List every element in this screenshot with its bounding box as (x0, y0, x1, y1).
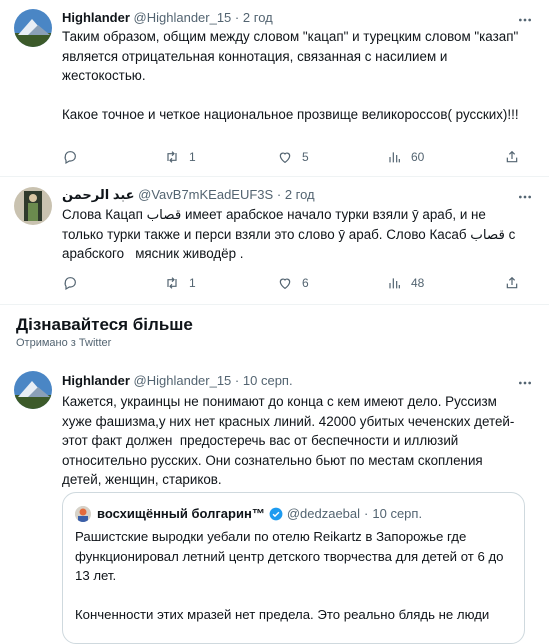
avatar[interactable] (14, 9, 52, 47)
quote-handle: @dedzaebal (286, 506, 361, 521)
tweet-actions: 1 5 60 (62, 148, 527, 166)
tweet-time[interactable]: 10 серп. (243, 373, 293, 388)
views-icon (389, 152, 400, 163)
tweet-1[interactable]: Highlander @Highlander_15 · 2 год Таким … (0, 0, 549, 176)
author-name[interactable]: عبد الرحمن (62, 187, 135, 202)
tweet-actions: 1 6 48 (62, 274, 527, 292)
like-icon (279, 278, 291, 290)
divider (0, 304, 549, 305)
view-count: 48 (411, 276, 425, 290)
more-icon[interactable] (517, 12, 533, 28)
author-handle[interactable]: @VavB7mKEadEUF3S (138, 187, 273, 202)
tweet-header: Highlander @Highlander_15 · 10 серп. (62, 373, 293, 388)
author-handle[interactable]: @Highlander_15 (134, 373, 232, 388)
retweet-count: 1 (189, 276, 196, 290)
avatar[interactable] (14, 371, 52, 409)
retweet-count: 1 (189, 150, 196, 164)
quote-author-name: восхищённый болгарин™ (97, 506, 265, 521)
like-button[interactable]: 5 (277, 148, 309, 166)
section-subtitle: Отримано з Twitter (16, 337, 112, 349)
tweet-time[interactable]: 2 год (243, 10, 273, 25)
like-count: 6 (302, 276, 309, 290)
tweet-header: Highlander @Highlander_15 · 2 год (62, 10, 273, 25)
author-handle[interactable]: @Highlander_15 (134, 10, 232, 25)
avatar[interactable] (14, 187, 52, 225)
quote-header: восхищённый болгарин™ @dedzaebal · 10 се… (97, 506, 423, 521)
views-button[interactable]: 60 (386, 148, 424, 166)
reply-icon (64, 277, 76, 291)
retweet-button[interactable]: 1 (164, 274, 196, 292)
view-count: 60 (411, 150, 425, 164)
verified-icon (269, 507, 283, 520)
retweet-icon (167, 151, 177, 163)
share-button[interactable] (504, 148, 520, 166)
author-name[interactable]: Highlander (62, 10, 130, 25)
more-icon[interactable] (517, 375, 533, 391)
more-icon[interactable] (517, 189, 533, 205)
tweet-header: عبد الرحمن @VavB7mKEadEUF3S · 2 год (62, 187, 315, 202)
retweet-icon (167, 277, 177, 289)
like-button[interactable]: 6 (277, 274, 309, 292)
quote-time: 10 серп. (372, 506, 423, 521)
tweet-text: Кажется, украинцы не понимают до конца с… (62, 394, 519, 487)
like-count: 5 (302, 150, 309, 164)
quote-text: Рашистские выродки уебали по отелю Reika… (75, 529, 504, 622)
photo-avatar-icon (14, 187, 52, 225)
views-icon (389, 278, 400, 289)
quote-avatar (75, 506, 91, 522)
share-icon (506, 150, 518, 163)
reply-button[interactable] (62, 148, 87, 166)
mountain-avatar-icon (14, 9, 52, 47)
reply-icon (64, 151, 76, 165)
mountain-avatar-icon (14, 371, 52, 409)
share-icon (506, 276, 518, 289)
quote-avatar-icon (75, 506, 91, 522)
tweet-2[interactable]: عبد الرحمن @VavB7mKEadEUF3S · 2 год Слов… (0, 177, 549, 303)
author-name[interactable]: Highlander (62, 373, 130, 388)
like-icon (279, 152, 291, 164)
tweet-time[interactable]: 2 год (285, 187, 315, 202)
share-button[interactable] (504, 274, 520, 292)
reply-button[interactable] (62, 274, 87, 292)
views-button[interactable]: 48 (386, 274, 424, 292)
section-title: Дізнавайтеся більше (16, 315, 193, 334)
retweet-button[interactable]: 1 (164, 148, 196, 166)
quoted-tweet[interactable]: восхищённый болгарин™ @dedzaebal · 10 се… (62, 492, 525, 644)
tweet-text: Таким образом, общим между словом "кацап… (62, 29, 519, 122)
tweet-text: Слова Кацап قصاب имеет арабское начало т… (62, 207, 520, 261)
